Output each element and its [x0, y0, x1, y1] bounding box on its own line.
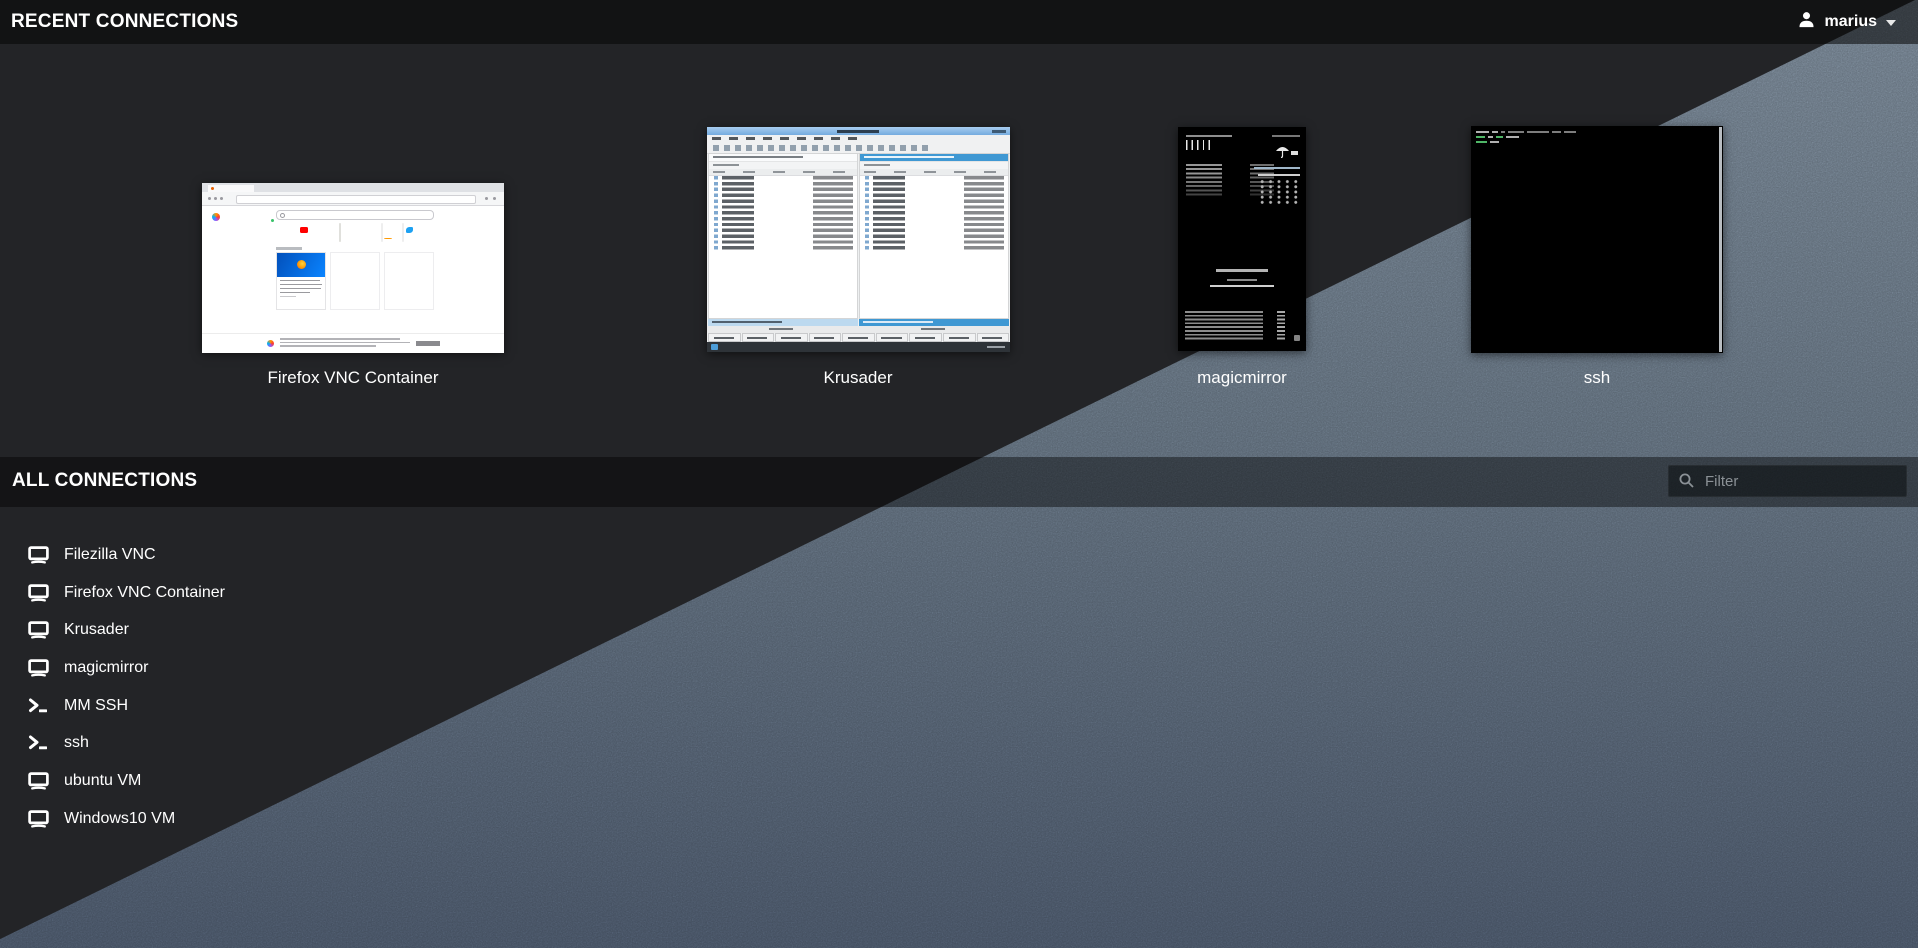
- function-key-buttons: [707, 333, 1010, 342]
- monitor-icon: [28, 546, 49, 564]
- mm-compliment-text: [1216, 269, 1268, 272]
- monitor-icon: [28, 659, 49, 677]
- terminal-prompt-line: [1476, 136, 1519, 138]
- app-header: RECENT CONNECTIONS marius: [0, 0, 1918, 44]
- mm-month-grid: [1258, 179, 1300, 205]
- desktop-taskbar: [707, 342, 1010, 352]
- mm-news-table: [1185, 311, 1285, 341]
- firefox-logo-icon: [212, 213, 220, 221]
- browser-tab-bar: [202, 183, 504, 192]
- connection-item-magicmirror[interactable]: magicmirror: [0, 649, 330, 687]
- username: marius: [1825, 13, 1877, 31]
- wikipedia-tile-icon: [339, 223, 341, 242]
- highlight-card-empty: [330, 252, 380, 310]
- filter-input[interactable]: [1668, 465, 1907, 497]
- highlight-card-empty: [384, 252, 434, 310]
- mm-subtext: [1227, 279, 1257, 281]
- panel-status-bar: [708, 319, 858, 326]
- user-icon: [1797, 10, 1816, 34]
- file-panel-right: [859, 153, 1009, 319]
- monitor-icon: [28, 584, 49, 602]
- connection-item-krusader[interactable]: Krusader: [0, 611, 330, 649]
- newtab-search-bar: [276, 210, 434, 220]
- user-menu[interactable]: marius: [1797, 10, 1896, 34]
- recent-connection-caption: ssh: [1437, 368, 1757, 388]
- connection-item-filezilla-vnc[interactable]: Filezilla VNC: [0, 536, 330, 574]
- url-bar: [236, 195, 476, 204]
- mm-clock: [1186, 140, 1212, 150]
- umbrella-weather-icon: [1275, 145, 1290, 163]
- mm-temperature: [1291, 151, 1298, 155]
- monitor-icon: [28, 810, 49, 828]
- recent-connection-ssh[interactable]: [1471, 126, 1723, 353]
- firefox-tab-icon: [211, 187, 214, 190]
- terminal-prompt-line: [1476, 141, 1499, 143]
- recent-connection-firefox-vnc-container[interactable]: [202, 183, 504, 352]
- connection-item-firefox-vnc-container[interactable]: Firefox VNC Container: [0, 574, 330, 612]
- twitter-tile-icon: [402, 223, 404, 242]
- all-connections-title: ALL CONNECTIONS: [12, 470, 197, 492]
- recent-connection-krusader[interactable]: [707, 127, 1010, 352]
- terminal-icon: [28, 698, 49, 714]
- mm-corner-icon: [1294, 335, 1300, 341]
- connection-item-ssh[interactable]: ssh: [0, 724, 330, 762]
- monitor-icon: [28, 621, 49, 639]
- recent-connections-title: RECENT CONNECTIONS: [11, 11, 238, 33]
- highlight-card: [276, 252, 326, 310]
- connection-item-mm-ssh[interactable]: MM SSH: [0, 687, 330, 725]
- window-title-bar: [707, 127, 1010, 135]
- recent-connection-magicmirror[interactable]: [1178, 127, 1306, 351]
- recent-connection-caption: Firefox VNC Container: [193, 368, 513, 388]
- terminal-icon: [28, 735, 49, 751]
- panel-status-bar: [859, 319, 1009, 326]
- terminal-text-line: [1476, 131, 1576, 133]
- menu-bar: [707, 135, 1010, 142]
- monitor-icon: [28, 772, 49, 790]
- caret-down-icon: [1886, 20, 1896, 26]
- mm-date-line: [1186, 135, 1232, 137]
- all-connections-header: ALL CONNECTIONS: [0, 457, 1918, 507]
- terminal-scrollbar[interactable]: [1719, 127, 1722, 352]
- mm-month-header: [1258, 174, 1300, 176]
- recent-connection-caption: magicmirror: [1082, 368, 1402, 388]
- connection-item-windows10-vm[interactable]: Windows10 VM: [0, 800, 330, 838]
- guacamole-home-screen: RECENT CONNECTIONS marius: [0, 0, 1918, 948]
- newtab-shortcut-tiles: [276, 224, 436, 242]
- owner-row: [707, 326, 1010, 333]
- recent-connection-caption: Krusader: [698, 368, 1018, 388]
- connection-item-ubuntu-vm[interactable]: ubuntu VM: [0, 762, 330, 800]
- file-panel-left: [708, 153, 858, 319]
- page-footer: [202, 333, 504, 353]
- mm-subtext: [1210, 285, 1274, 287]
- highlights-label: [276, 247, 302, 250]
- mm-weather-header: [1272, 135, 1300, 137]
- amazon-tile-icon: [381, 223, 383, 242]
- mm-weather-line: [1254, 167, 1300, 169]
- firefox-footer-logo: [267, 340, 274, 347]
- browser-toolbar: [202, 192, 504, 206]
